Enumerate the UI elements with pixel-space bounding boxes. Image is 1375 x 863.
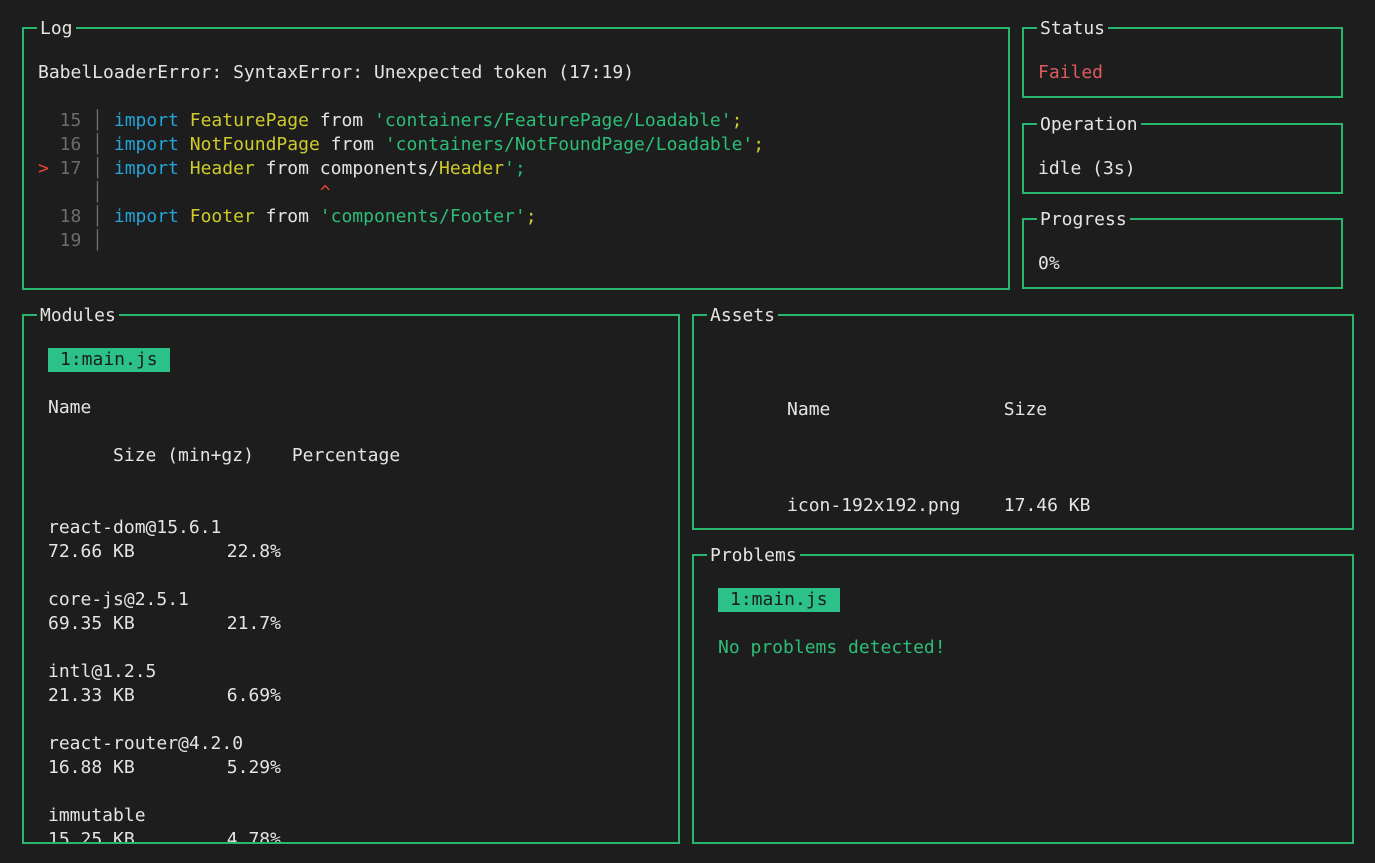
module-percentage: 5.29% [227, 757, 281, 778]
module-name: intl@1.2.5 [48, 660, 668, 684]
log-code-block: 15 │ import FeaturePage from 'containers… [38, 109, 998, 253]
module-row: intl@1.2.5 21.33 KB6.69% [48, 660, 668, 708]
module-size: 69.35 KB [48, 612, 227, 636]
panel-problems: Problems 1:main.js No problems detected! [692, 554, 1354, 844]
module-percentage: 22.8% [227, 541, 281, 562]
asset-size: 17.46 KB [1004, 495, 1091, 516]
progress-value: 0% [1038, 252, 1331, 276]
assets-header-name: Name [787, 398, 1004, 422]
panel-status: Status Failed [1022, 27, 1343, 98]
module-size: 15.25 KB [48, 828, 227, 842]
modules-header-name: Name [48, 396, 668, 420]
module-name: react-dom@15.6.1 [48, 516, 668, 540]
operation-value: idle (3s) [1038, 157, 1331, 181]
modules-header-percentage: Percentage [292, 445, 400, 466]
problems-chunk-badge: 1:main.js [718, 588, 840, 612]
module-name: immutable [48, 804, 668, 828]
module-name: core-js@2.5.1 [48, 588, 668, 612]
code-line: 18 │ import Footer from 'components/Foot… [38, 205, 998, 229]
module-percentage: 6.69% [227, 685, 281, 706]
panel-operation: Operation idle (3s) [1022, 123, 1343, 194]
module-row: immutable 15.25 KB4.78% [48, 804, 668, 842]
module-name: react-router@4.2.0 [48, 732, 668, 756]
code-line: 15 │ import FeaturePage from 'containers… [38, 109, 998, 133]
panel-assets: Assets NameSize icon-192x192.png17.46 KB [692, 314, 1354, 530]
assets-header-size: Size [1004, 399, 1047, 420]
code-line: > 17 │ import Header from components/Hea… [38, 157, 998, 181]
asset-row: icon-192x192.png17.46 KB [722, 470, 1342, 528]
problems-message: No problems detected! [718, 636, 1342, 660]
module-row: core-js@2.5.1 69.35 KB21.7% [48, 588, 668, 636]
code-line: 16 │ import NotFoundPage from 'container… [38, 133, 998, 157]
modules-header-size: Size (min+gz) [113, 444, 292, 468]
module-percentage: 4.78% [227, 829, 281, 842]
status-value: Failed [1038, 61, 1331, 85]
code-line: │ ^ [38, 181, 998, 205]
panel-progress: Progress 0% [1022, 218, 1343, 289]
module-size: 72.66 KB [48, 540, 227, 564]
modules-chunk-badge: 1:main.js [48, 348, 170, 372]
panel-log: Log BabelLoaderError: SyntaxError: Unexp… [22, 27, 1010, 290]
log-error-message: BabelLoaderError: SyntaxError: Unexpecte… [38, 61, 998, 85]
module-row: react-router@4.2.0 16.88 KB5.29% [48, 732, 668, 780]
panel-modules: Modules 1:main.js Name Size (min+gz)Perc… [22, 314, 680, 844]
module-percentage: 21.7% [227, 613, 281, 634]
module-size: 16.88 KB [48, 756, 227, 780]
module-size: 21.33 KB [48, 684, 227, 708]
code-line: 19 │ [38, 229, 998, 253]
module-row: react-dom@15.6.1 72.66 KB22.8% [48, 516, 668, 564]
asset-name: icon-192x192.png [787, 494, 1004, 518]
